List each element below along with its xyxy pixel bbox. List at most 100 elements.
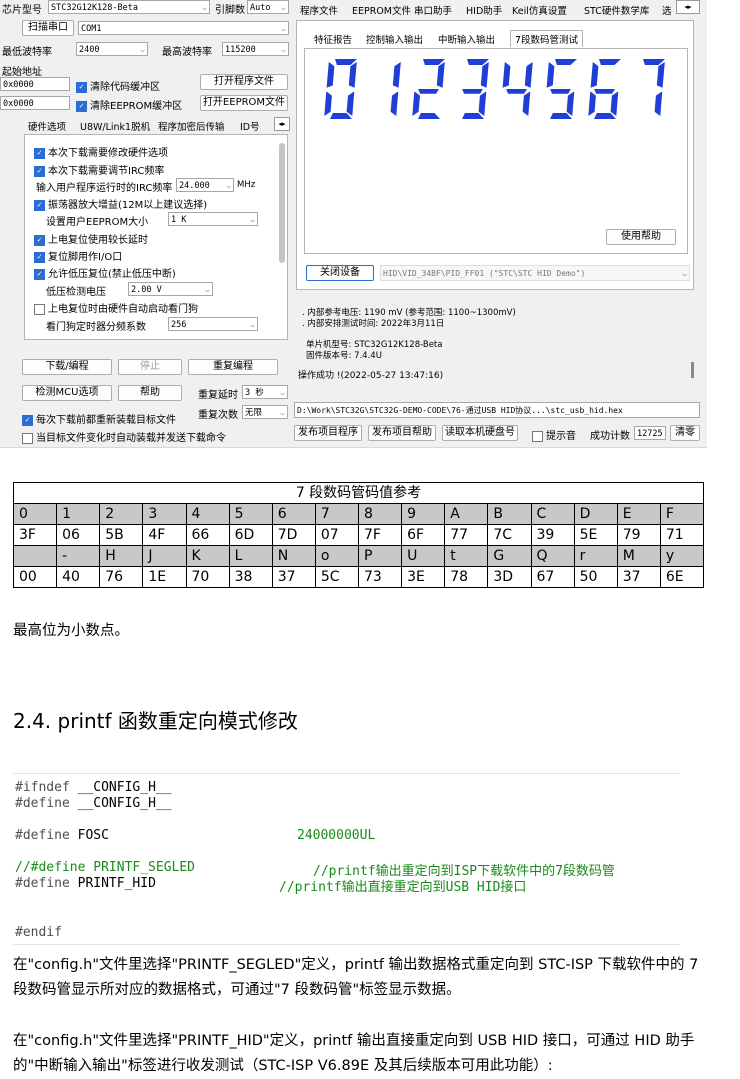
chip-select[interactable]: STC32G12K128-Beta ⌵	[48, 0, 210, 14]
clear-code-checkbox[interactable]: ✓ 清除代码缓冲区	[76, 78, 160, 93]
option-auto-watchdog[interactable]: 上电复位时由硬件自动启动看门狗	[34, 300, 198, 315]
digit-6-segment-c	[610, 91, 619, 116]
repeat-count-select[interactable]: 无限 ⌵	[242, 405, 288, 419]
table-cell: 5B	[99, 524, 144, 546]
eeprom-addr-field[interactable]: 0x0000	[0, 96, 70, 110]
download-button[interactable]: 下载/编程	[22, 359, 112, 375]
digit-5-segment-g	[550, 89, 571, 94]
beep-checkbox[interactable]: 提示音	[532, 427, 576, 442]
table-cell: K	[185, 545, 230, 567]
tab-encrypted-download[interactable]: 程序加密后传输	[158, 119, 225, 133]
section-heading: 2.4. printf 函数重定向模式修改	[13, 709, 298, 733]
port-select[interactable]: COM1 ⌵	[78, 21, 289, 35]
table-row: 3F 06 5B 4F 66 6D 7D 07 7F 6F 77 7C 39 5E 79 71	[12, 524, 705, 546]
tab-hid-assistant[interactable]: HID助手	[466, 3, 502, 17]
publish-program-button[interactable]: 发布项目程序	[294, 425, 362, 441]
file-path-field[interactable]: D:\Work\STC32G\STC32G-DEMO-CODE\76-通过USB…	[294, 402, 700, 418]
code-number: 24000000UL	[297, 828, 376, 843]
digit-6-segment-g	[594, 89, 615, 94]
device-select[interactable]: HID\VID_34BF\PID_FF01 ("STC\STC HID Demo…	[380, 265, 690, 281]
code-line: #define __CONFIG_H__	[15, 796, 172, 811]
low-voltage-label: 低压检测电压	[46, 287, 106, 298]
irc-frequency-label: 输入用户程序运行时的IRC频率	[36, 183, 173, 194]
tab-more[interactable]: 选	[662, 3, 672, 17]
tab-feature-report[interactable]: 特征报告	[314, 32, 352, 46]
code-line: #ifndef __CONFIG_H__	[15, 780, 172, 795]
options-scrollbar[interactable]	[279, 143, 285, 263]
code-text: __CONFIG_H__	[69, 796, 172, 811]
reload-each-checkbox[interactable]: ✓ 每次下载前都重新装载目标文件	[22, 411, 176, 426]
option-oscillator-gain[interactable]: ✓ 振荡器放大增益(12M以上建议选择)	[34, 196, 207, 211]
scan-port-button[interactable]: 扫描串口	[22, 20, 74, 36]
option-reset-pin-io[interactable]: ✓ 复位脚用作I/O口	[34, 248, 122, 263]
digit-6-segment-d	[594, 113, 616, 119]
use-help-button[interactable]: 使用帮助	[606, 229, 676, 245]
max-baud-select[interactable]: 115200 ⌵	[222, 42, 289, 56]
tab-control-io[interactable]: 控制输入输出	[366, 32, 423, 46]
log-scrollbar[interactable]	[691, 362, 694, 378]
tab-interrupt-io[interactable]: 中断输入输出	[438, 32, 495, 46]
repeat-delay-select[interactable]: 3 秒 ⌵	[242, 385, 288, 399]
digit-4-segment-f	[502, 62, 511, 88]
eeprom-size-select[interactable]: 1 K ⌵	[168, 212, 258, 226]
tab-u8w-offline[interactable]: U8W/Link1脱机	[80, 119, 150, 133]
log-line: 操作成功 !(2022-05-27 13:47:16)	[298, 371, 444, 381]
close-device-button[interactable]: 关闭设备	[306, 265, 374, 281]
digit-5-segment-a	[555, 59, 577, 65]
option-long-reset-delay[interactable]: ✓ 上电复位使用较长延时	[34, 231, 148, 246]
option-modify-hardware[interactable]: ✓ 本次下载需要修改硬件选项	[34, 144, 168, 159]
tab-scroll-arrows-icon[interactable]: ◂▸	[676, 0, 700, 14]
tab-program-file[interactable]: 程序文件	[300, 3, 338, 17]
tab-hardware-options[interactable]: 硬件选项	[28, 119, 66, 133]
max-baud-label: 最高波特率	[162, 47, 212, 58]
code-comment: //printf输出直接重定向到USB HID接口	[279, 880, 527, 895]
tab-eeprom-file[interactable]: EEPROM文件	[352, 3, 411, 17]
clear-count-button[interactable]: 清零	[670, 425, 700, 441]
help-button[interactable]: 帮助	[118, 385, 182, 401]
table-cell: 7	[314, 503, 360, 525]
clear-eeprom-checkbox[interactable]: ✓ 清除EEPROM缓冲区	[76, 97, 182, 112]
tab-stc-math-lib[interactable]: STC硬件数学库	[584, 3, 649, 17]
table-cell: 66	[185, 524, 230, 546]
watchdog-divider-select[interactable]: 256 ⌵	[168, 317, 258, 331]
code-addr-field[interactable]: 0x0000	[0, 77, 70, 91]
tab-id-number[interactable]: ID号	[240, 119, 260, 133]
detect-mcu-button[interactable]: 检测MCU选项	[22, 385, 112, 401]
digit-5-segment-d	[550, 113, 572, 119]
option-low-voltage-reset[interactable]: ✓ 允许低压复位(禁止低压中断)	[34, 265, 176, 280]
low-voltage-select[interactable]: 2.00 V ⌵	[128, 282, 213, 296]
table-cell: 77	[444, 524, 489, 546]
digit-0-segment-b	[348, 62, 357, 88]
min-baud-select[interactable]: 2400 ⌵	[76, 42, 148, 56]
table-cell: 3D	[487, 566, 532, 588]
tab-serial-assistant[interactable]: 串口助手	[414, 3, 452, 17]
stop-button[interactable]: 停止	[118, 359, 182, 375]
checkbox-icon: ✓	[34, 147, 45, 159]
table-cell: G	[487, 545, 532, 567]
tab-keil-simulation[interactable]: Keil仿真设置	[512, 3, 567, 17]
option-label: 本次下载需要修改硬件选项	[48, 148, 168, 159]
digit-0-segment-e	[324, 91, 332, 116]
success-count-field: 12725	[634, 426, 666, 440]
auto-send-checkbox[interactable]: 当目标文件变化时自动装载并发送下载命令	[22, 429, 226, 444]
tab-scroll-arrows-icon[interactable]: ◂▸	[274, 117, 290, 131]
digit-6-segment-a	[599, 59, 621, 65]
table-cell: M	[616, 545, 661, 567]
open-program-button[interactable]: 打开程序文件	[200, 74, 288, 90]
option-label: 复位脚用作I/O口	[48, 252, 123, 263]
digit-7-segment-c	[654, 91, 663, 116]
pin-select[interactable]: Auto ⌵	[247, 0, 289, 14]
option-adjust-irc[interactable]: ✓ 本次下载需要调节IRC频率	[34, 162, 164, 177]
table-cell: F	[659, 503, 705, 525]
chevron-down-icon: ⌵	[205, 285, 210, 294]
chevron-down-icon: ⌵	[226, 181, 231, 190]
table-cell: 0	[12, 503, 58, 525]
publish-help-button[interactable]: 发布项目帮助	[368, 425, 436, 441]
irc-frequency-select[interactable]: 24.000 ⌵	[176, 178, 234, 192]
open-eeprom-button[interactable]: 打开EEPROM文件	[200, 95, 288, 111]
reprogram-button[interactable]: 重复编程	[188, 359, 278, 375]
tab-seven-segment-test[interactable]: 7段数码管测试	[510, 30, 584, 47]
read-disk-button[interactable]: 读取本机硬盘号	[442, 425, 518, 441]
digit-4-segment-c	[522, 91, 531, 116]
chevron-down-icon: ⌵	[280, 408, 285, 417]
